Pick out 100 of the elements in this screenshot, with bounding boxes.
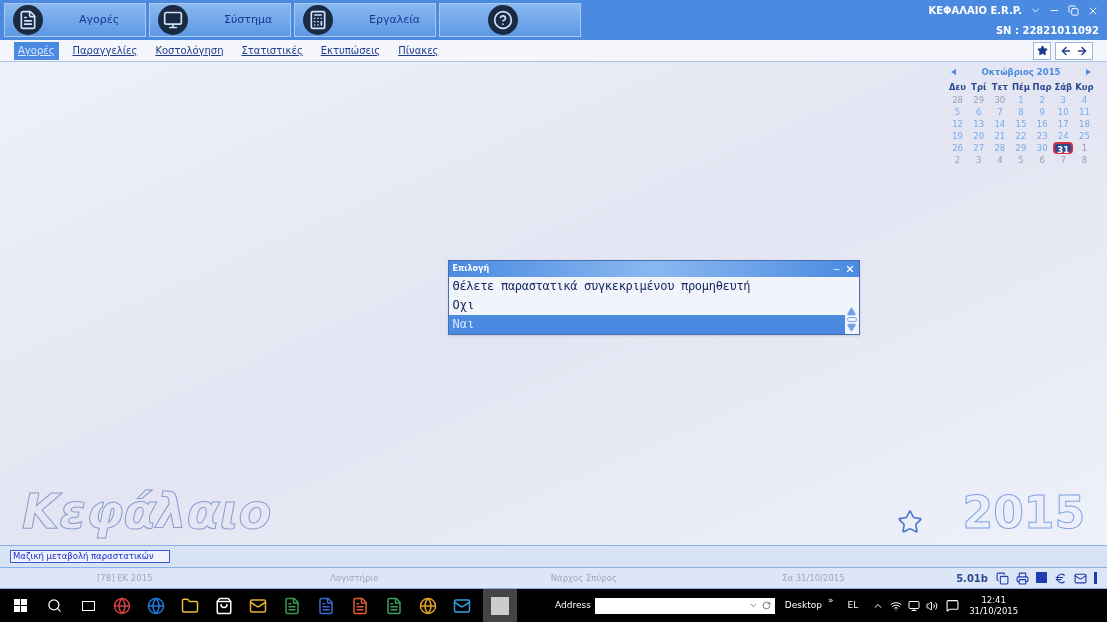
module-button[interactable]: Εργαλεία xyxy=(294,3,436,37)
calendar-day[interactable]: 4 xyxy=(1079,93,1090,106)
calendar-day[interactable]: 9 xyxy=(1037,105,1047,118)
calendar-day[interactable]: 6 xyxy=(974,105,984,118)
status-field: Σα 31/10/2015 xyxy=(698,571,929,585)
calendar-day[interactable]: 7 xyxy=(1058,153,1068,166)
calendar-day[interactable]: 8 xyxy=(1016,105,1026,118)
app-icon[interactable] xyxy=(483,589,517,622)
weekday-label: Πέμ xyxy=(1010,80,1032,94)
volume-icon[interactable] xyxy=(926,599,939,612)
calendar-day[interactable]: 2 xyxy=(1037,93,1047,106)
status-field: [78] ΕΚ 2015 xyxy=(10,571,240,585)
next-month-icon[interactable] xyxy=(1086,69,1091,76)
mail-icon[interactable] xyxy=(1073,571,1087,585)
calendar-day[interactable]: 29 xyxy=(1013,141,1029,154)
copy-icon[interactable] xyxy=(995,571,1009,585)
weekday-label: Τετ xyxy=(990,80,1009,94)
module-button[interactable]: Σύστημα xyxy=(149,3,291,37)
mail-icon[interactable] xyxy=(249,596,267,615)
calendar-day[interactable]: 6 xyxy=(1037,153,1047,166)
menu-item[interactable]: Εκτυπώσεις xyxy=(316,41,385,60)
calendar-day[interactable]: 14 xyxy=(992,117,1008,130)
euro-icon[interactable] xyxy=(1053,571,1067,585)
calendar-day[interactable]: 22 xyxy=(1013,129,1029,142)
weekday-label: Τρί xyxy=(970,80,988,94)
calendar-day[interactable]: 1 xyxy=(1079,141,1090,154)
store-icon[interactable] xyxy=(215,596,233,615)
module-button[interactable]: Αγορές xyxy=(4,3,146,37)
clock-date[interactable]: 31/10/2015 xyxy=(969,605,1019,617)
calendar-day[interactable]: 21 xyxy=(992,129,1008,142)
calendar-day[interactable]: 24 xyxy=(1055,129,1071,142)
calendar-day[interactable]: 23 xyxy=(1034,129,1050,142)
notification-icon[interactable] xyxy=(946,599,960,612)
menu-item[interactable]: Κοστολόγηση xyxy=(151,41,228,60)
calendar-day[interactable]: 15 xyxy=(1013,117,1029,130)
calendar-day[interactable]: 13 xyxy=(971,117,987,130)
calendar-day[interactable]: 11 xyxy=(1077,105,1092,118)
month-title: Οκτώβριος 2015 xyxy=(981,66,1061,79)
dropdown-icon[interactable] xyxy=(748,601,758,610)
back-icon[interactable] xyxy=(1060,44,1072,57)
calendar-day[interactable]: 20 xyxy=(971,129,987,142)
menu-item[interactable]: Παραγγελίες xyxy=(68,41,142,60)
calendar-day[interactable]: 27 xyxy=(971,141,987,154)
network-icon[interactable] xyxy=(890,599,903,612)
calendar-day[interactable]: 31 xyxy=(1053,141,1074,154)
favorites-icon[interactable] xyxy=(1033,41,1051,60)
calendar-day[interactable]: 30 xyxy=(992,93,1008,106)
mass-change-button[interactable]: Μαζική μεταβολή παραστατικών xyxy=(10,550,170,563)
close-icon[interactable] xyxy=(844,264,855,274)
weekday-label: Δευ xyxy=(948,80,968,94)
address-label: Address xyxy=(555,598,591,612)
option-item[interactable]: Οχι xyxy=(448,296,845,315)
calendar-day[interactable]: 29 xyxy=(971,93,987,106)
desktop-label: Desktop xyxy=(784,598,822,612)
calendar-day[interactable]: 28 xyxy=(992,141,1008,154)
start-icon[interactable] xyxy=(14,599,27,612)
document-icon[interactable] xyxy=(317,596,335,615)
module-button[interactable] xyxy=(439,3,581,37)
calendar-day[interactable]: 8 xyxy=(1079,153,1090,166)
menu-item[interactable]: Πίνακες xyxy=(394,41,443,60)
calendar-day[interactable]: 3 xyxy=(974,153,984,166)
printer-icon[interactable] xyxy=(1015,571,1029,585)
menu-item[interactable]: Αγορές xyxy=(14,41,59,60)
task-view-icon[interactable] xyxy=(82,600,95,611)
browser-icon[interactable] xyxy=(147,596,165,615)
calendar-day[interactable]: 1 xyxy=(1016,93,1026,106)
menu-item[interactable]: Στατιστικές xyxy=(237,41,307,60)
search-icon[interactable] xyxy=(47,598,62,613)
calendar-day[interactable]: 2 xyxy=(952,153,963,166)
calendar-day[interactable]: 19 xyxy=(950,129,965,142)
forward-icon[interactable] xyxy=(1076,44,1088,57)
calendar-day[interactable]: 30 xyxy=(1034,141,1050,154)
calendar-day[interactable]: 26 xyxy=(950,141,965,154)
calendar-day[interactable]: 3 xyxy=(1058,93,1068,106)
calendar-day[interactable]: 25 xyxy=(1077,129,1092,142)
calendar-day[interactable]: 18 xyxy=(1077,117,1092,130)
monitor-icon[interactable] xyxy=(908,599,921,612)
calendar-day[interactable]: 16 xyxy=(1034,117,1050,130)
star-icon[interactable] xyxy=(896,509,923,535)
calendar-day[interactable]: 5 xyxy=(952,105,963,118)
version-label: 5.01b xyxy=(956,571,988,586)
calendar-day[interactable]: 5 xyxy=(1016,153,1026,166)
clock-time[interactable]: 12:41 xyxy=(981,594,1006,606)
calendar-day[interactable]: 28 xyxy=(950,93,965,106)
option-item[interactable]: Ναι xyxy=(448,315,845,334)
refresh-icon[interactable] xyxy=(761,601,771,610)
language-label[interactable]: EL xyxy=(847,598,859,613)
address-field[interactable] xyxy=(594,597,775,614)
calendar-day[interactable]: 10 xyxy=(1055,105,1071,118)
previous-month-icon[interactable] xyxy=(951,69,956,76)
folder-icon[interactable] xyxy=(181,596,199,615)
documents-icon xyxy=(13,5,43,35)
calendar-day[interactable]: 4 xyxy=(995,153,1005,166)
overflow-label[interactable]: » xyxy=(827,593,834,608)
restore-icon[interactable] xyxy=(1068,5,1079,16)
calendar-day[interactable]: 17 xyxy=(1055,117,1071,130)
calendar-day[interactable]: 12 xyxy=(950,117,965,130)
more-icon[interactable] xyxy=(1093,571,1097,584)
weekday-label: Σάβ xyxy=(1053,80,1074,94)
calendar-day[interactable]: 7 xyxy=(995,105,1005,118)
